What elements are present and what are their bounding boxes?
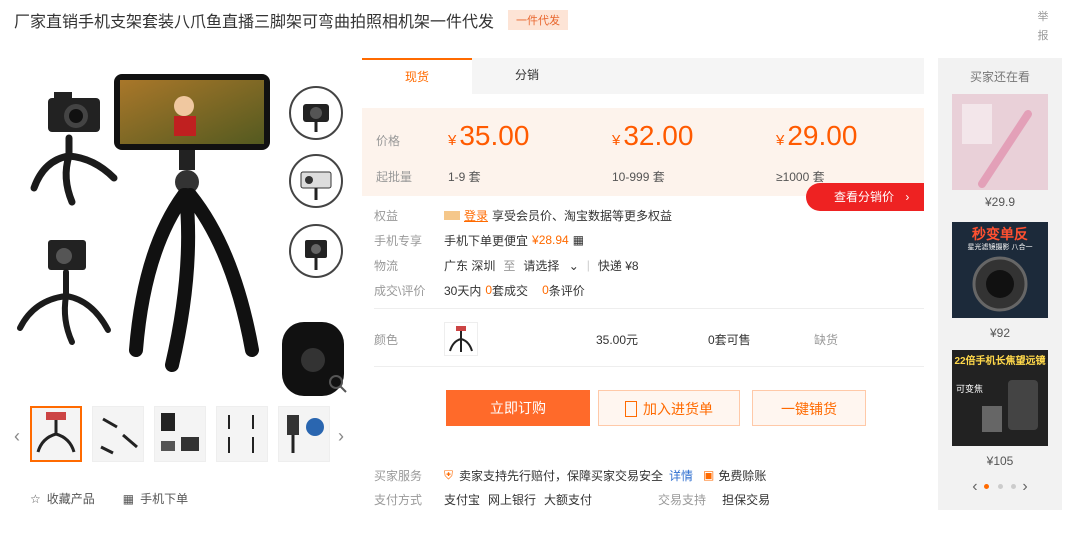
thumbnail-2[interactable] <box>92 406 144 462</box>
dropship-tag: 一件代发 <box>508 10 569 30</box>
thumbnail-4[interactable] <box>216 406 268 462</box>
tab-spot[interactable]: 现货 <box>362 58 472 94</box>
destination-select[interactable]: 请选择 ⌄ <box>523 257 578 274</box>
express-fee: 快递 ¥8 <box>597 258 639 273</box>
login-link[interactable]: 登录 <box>464 207 488 224</box>
payment-label: 支付方式 <box>374 492 423 507</box>
rights-text: 享受会员价、淘宝数据等更多权益 <box>492 208 673 223</box>
moq-label: 起批量 <box>376 170 413 184</box>
divider <box>374 308 924 309</box>
deal-row: 成交\评价 30天内 0 套成交 0 条评价 <box>374 281 585 299</box>
variant-camera-thumb <box>289 86 343 140</box>
qr-code-icon: ▦ <box>122 491 135 506</box>
bottom-actions: ☆ 收藏产品 ▦ 手机下单 <box>30 490 188 507</box>
order-now-button[interactable]: 立即订购 <box>446 390 590 426</box>
favorite-button[interactable]: ☆ 收藏产品 <box>30 490 95 507</box>
view-distribution-price-button[interactable]: 查看分销价 › <box>806 183 924 211</box>
deal-label: 成交\评价 <box>374 283 426 298</box>
color-swatch-tripod[interactable] <box>444 322 478 356</box>
report-link[interactable]: 举报 <box>1036 8 1050 46</box>
trade-support-value: 担保交易 <box>722 492 771 507</box>
pager-dot[interactable] <box>997 484 1003 490</box>
mobile-text: 手机下单更便宜 <box>444 233 529 248</box>
color-stock: 0套可售 <box>708 332 751 347</box>
buyer-service-row: 买家服务 ⛨ 卖家支持先行赔付，保障买家交易安全 详情 ▣ 免费赊账 <box>374 466 766 484</box>
logistics-from: 广东 深圳 <box>444 258 496 273</box>
pay-method-alipay: 支付宝 <box>444 492 481 507</box>
logistics-label: 物流 <box>374 258 399 273</box>
recommend-item-1-price: ¥29.9 <box>984 195 1016 209</box>
deal-count: 0 <box>485 283 493 297</box>
star-icon: ☆ <box>30 491 41 506</box>
price-tier-2: ¥32.00 <box>612 120 694 151</box>
credit-icon: ▣ <box>703 468 715 482</box>
one-click-distribute-button[interactable]: 一键铺货 <box>752 390 866 426</box>
deal-suffix: 套成交 <box>492 283 529 298</box>
thumb-next-icon[interactable]: › <box>338 426 344 447</box>
divider <box>374 366 924 367</box>
recommend-item-3-image[interactable]: 22倍手机长焦望远镜 可变焦 <box>952 350 1048 446</box>
qr-code-icon[interactable]: ▦ <box>573 233 584 247</box>
pay-method-large: 大额支付 <box>544 492 593 507</box>
logistics-row: 物流 广东 深圳 至 请选择 ⌄ | 快递 ¥8 <box>374 256 639 274</box>
recommend-item-2-price: ¥92 <box>989 326 1011 340</box>
sidebar-title: 买家还在看 <box>969 70 1030 84</box>
recommend-item-1-image[interactable] <box>952 94 1048 190</box>
free-credit-text: 免费赊账 <box>718 468 767 483</box>
pager-dot[interactable] <box>1010 484 1016 490</box>
deal-prefix: 30天内 <box>444 283 482 298</box>
color-label: 颜色 <box>374 332 399 347</box>
sidebar-pager: ‹ › <box>938 478 1062 496</box>
mobile-order-button[interactable]: ▦ 手机下单 <box>123 490 188 507</box>
mobile-price: ¥28.94 <box>532 233 569 247</box>
pager-prev-icon[interactable]: ‹ <box>972 478 977 495</box>
member-card-icon <box>444 210 460 220</box>
thumb-prev-icon[interactable]: ‹ <box>14 426 20 447</box>
qty-tier-1: 1-9 套 <box>448 170 481 184</box>
payment-row: 支付方式 支付宝 网上银行 大额支付 交易支持 担保交易 <box>374 490 770 508</box>
mobile-order-label: 手机下单 <box>140 492 189 506</box>
shield-icon: ⛨ <box>444 467 454 482</box>
chevron-right-icon: › <box>905 190 910 204</box>
color-price: 35.00元 <box>596 332 639 347</box>
thumbnail-3[interactable] <box>154 406 206 462</box>
thumbnail-1[interactable] <box>30 406 82 462</box>
recommend-item-2-image[interactable]: 秒变单反 星光滤镜摄影 八合一 <box>952 222 1048 318</box>
recommend-item-3-price: ¥105 <box>986 454 1014 468</box>
separator: | <box>586 258 590 272</box>
favorite-label: 收藏产品 <box>46 492 95 506</box>
mobile-row: 手机专享 手机下单更便宜 ¥28.94 ▦ <box>374 231 584 249</box>
service-detail-link[interactable]: 详情 <box>669 467 693 484</box>
sale-mode-tabs: 现货 分销 <box>362 58 924 94</box>
rights-label: 权益 <box>374 208 399 223</box>
zoom-icon[interactable] <box>327 373 349 395</box>
price-label: 价格 <box>376 134 401 148</box>
mobile-label: 手机专享 <box>374 233 423 248</box>
trade-support-label: 交易支持 <box>658 492 707 507</box>
price-tier-1: ¥35.00 <box>448 120 530 151</box>
price-tier-3: ¥29.00 <box>776 120 858 151</box>
review-count[interactable]: 0 <box>542 283 549 297</box>
qty-tier-2: 10-999 套 <box>612 170 665 184</box>
pager-next-icon[interactable]: › <box>1022 478 1027 495</box>
product-title-row: 厂家直销手机支架套装八爪鱼直播三脚架可弯曲拍照相机架一件代发 一件代发 <box>14 8 569 32</box>
clipboard-icon <box>625 401 637 417</box>
buyer-service-text: 卖家支持先行赔付，保障买家交易安全 <box>459 468 664 483</box>
chevron-down-icon: ⌄ <box>568 258 579 273</box>
logistics-to: 至 <box>503 258 516 273</box>
review-suffix[interactable]: 条评价 <box>549 282 585 299</box>
thumbnail-strip: ‹ › <box>14 406 354 468</box>
recommend-sidebar: 买家还在看 ¥29.9 秒变单反 星光滤镜摄影 八合一 ¥92 22倍手机长焦望… <box>938 58 1062 510</box>
variant-actioncam-thumb <box>289 224 343 278</box>
tab-distribution[interactable]: 分销 <box>472 58 582 94</box>
add-to-cart-button[interactable]: 加入进货单 <box>598 390 740 426</box>
pay-method-bank: 网上银行 <box>488 492 537 507</box>
pager-dot[interactable] <box>984 484 990 490</box>
variant-projector-thumb <box>289 154 343 208</box>
color-status: 缺货 <box>814 332 839 347</box>
product-title: 厂家直销手机支架套装八爪鱼直播三脚架可弯曲拍照相机架一件代发 <box>14 14 495 31</box>
thumbnail-5[interactable] <box>278 406 330 462</box>
rights-row: 权益 登录 享受会员价、淘宝数据等更多权益 <box>374 206 672 224</box>
buyer-service-label: 买家服务 <box>374 468 423 483</box>
